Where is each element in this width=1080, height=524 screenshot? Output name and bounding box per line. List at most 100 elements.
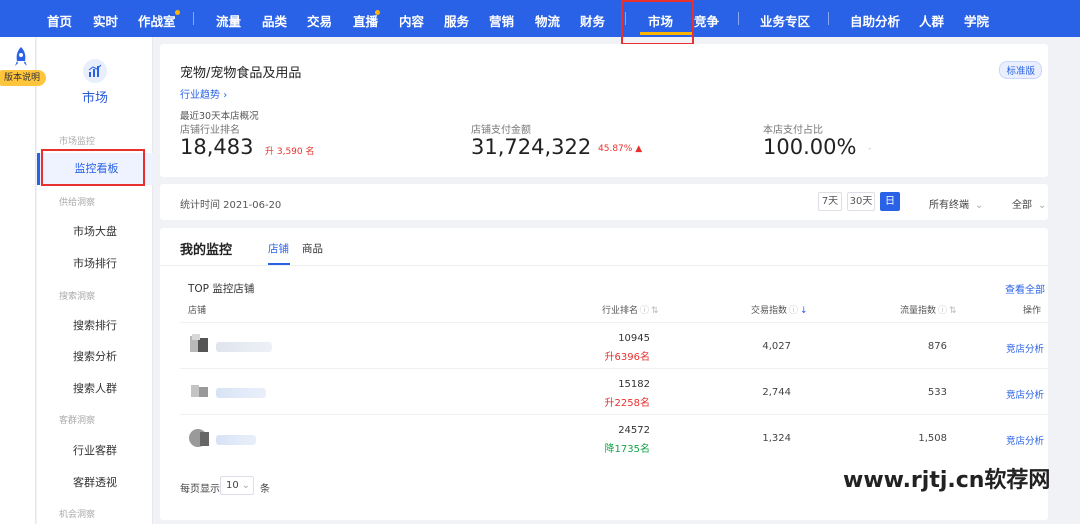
sidebar-item-search-ranking[interactable]: 搜索排行 — [37, 317, 153, 333]
nav-separator — [828, 12, 829, 25]
metric-value-payment: 31,724,322 — [471, 135, 592, 159]
sort-icon: ⇅ — [651, 306, 659, 316]
divider — [160, 265, 1048, 266]
nav-logistics[interactable]: 物流 — [535, 11, 560, 30]
sort-desc-icon: ↓ — [800, 306, 808, 316]
competitor-analysis-link[interactable]: 竞店分析 — [1006, 341, 1044, 355]
traffic-index: 1,508 — [918, 433, 947, 444]
page-size-label: 每页显示 — [180, 484, 220, 495]
metric-delta-rank: 升 3,590 名 — [265, 147, 315, 157]
sidebar-item-search-analysis[interactable]: 搜索分析 — [37, 348, 153, 364]
sidebar-item-search-crowd[interactable]: 搜索人群 — [37, 380, 153, 396]
sidebar-item-industry-customers[interactable]: 行业客群 — [37, 442, 153, 458]
nav-live[interactable]: 直播 — [353, 11, 378, 30]
column-header-traffic-index[interactable]: 流量指数 ⓘ ⇅ — [900, 303, 957, 316]
competitor-analysis-link[interactable]: 竞店分析 — [1006, 387, 1044, 401]
nav-self-analysis[interactable]: 自助分析 — [850, 11, 900, 30]
rocket-icon[interactable] — [14, 47, 28, 69]
help-icon: ⓘ — [938, 306, 948, 316]
nav-competition[interactable]: 竞争 — [694, 11, 719, 30]
store-name-blurred — [216, 388, 266, 398]
column-header-store: 店铺 — [188, 306, 207, 316]
nav-marketing[interactable]: 营销 — [489, 11, 514, 30]
nav-home[interactable]: 首页 — [47, 11, 72, 30]
nav-content[interactable]: 内容 — [399, 11, 424, 30]
chevron-down-icon: ⌄ — [975, 200, 984, 211]
metric-value-share: 100.00% — [763, 135, 857, 159]
sidebar-group-opportunity: 机会洞察 — [59, 510, 96, 520]
standard-edition-badge[interactable]: 标准版 — [999, 61, 1042, 79]
sort-icon: ⇅ — [949, 306, 957, 316]
traffic-index: 533 — [927, 387, 947, 398]
page-size-select[interactable]: 10 ⌄ — [220, 476, 254, 495]
rank-value: 15182 — [618, 379, 650, 390]
table-row: 15182 升2258名 2,744 533 竞店分析 — [180, 368, 1048, 414]
column-header-action: 操作 — [1023, 306, 1042, 316]
filter-bar: 统计时间 2021-06-20 7天 30天 日 所有终端 ⌄ 全部 ⌄ — [160, 184, 1048, 220]
tab-product[interactable]: 商品 — [302, 241, 323, 256]
traffic-index: 876 — [927, 341, 947, 352]
range-30d-button[interactable]: 30天 — [847, 192, 875, 211]
competitor-analysis-link[interactable]: 竞店分析 — [1006, 433, 1044, 447]
store-name-blurred — [216, 342, 272, 352]
market-icon — [83, 59, 107, 83]
nav-separator — [193, 12, 194, 25]
metric-label-rank: 店铺行业排名 — [180, 125, 240, 136]
trade-index: 2,744 — [762, 387, 791, 398]
sidebar-item-market-ranking[interactable]: 市场排行 — [37, 255, 153, 271]
nav-traffic[interactable]: 流量 — [216, 11, 241, 30]
page-size-unit: 条 — [260, 484, 270, 495]
stat-time: 统计时间 2021-06-20 — [180, 200, 282, 211]
rank-value: 24572 — [618, 425, 650, 436]
top-navigation: 首页 实时 作战室 流量 品类 交易 直播 内容 服务 营销 物流 财务 市场 … — [0, 0, 1080, 37]
sidebar-title: 市场 — [81, 91, 108, 106]
chevron-down-icon: ⌄ — [1038, 200, 1047, 211]
rank-change: 升2258名 — [604, 398, 650, 409]
chevron-down-icon: ⌄ — [241, 480, 250, 491]
store-avatar — [189, 429, 209, 447]
monitor-title: 我的监控 — [180, 243, 233, 258]
nav-live-dot — [375, 10, 380, 15]
column-header-rank[interactable]: 行业排名 ⓘ ⇅ — [602, 303, 659, 316]
category-title: 宠物/宠物食品及用品 — [180, 66, 302, 81]
range-7d-button[interactable]: 7天 — [818, 192, 842, 211]
highlight-box-market-nav — [621, 0, 694, 45]
metric-delta-share: - — [868, 144, 872, 154]
store-avatar — [191, 385, 208, 397]
nav-realtime[interactable]: 实时 — [93, 11, 118, 30]
rank-change: 升6396名 — [604, 352, 650, 363]
tab-store[interactable]: 店铺 — [268, 241, 289, 256]
sidebar-group-customer: 客群洞察 — [59, 416, 96, 426]
chevron-right-icon: › — [223, 90, 228, 101]
nav-business-zone[interactable]: 业务专区 — [760, 11, 810, 30]
nav-category[interactable]: 品类 — [262, 11, 287, 30]
sidebar-group-search: 搜索洞察 — [59, 292, 96, 302]
range-day-button[interactable]: 日 — [880, 192, 900, 211]
nav-academy[interactable]: 学院 — [964, 11, 989, 30]
sidebar: 市场 市场监控 监控看板 供给洞察 市场大盘 市场排行 搜索洞察 搜索排行 搜索… — [37, 37, 153, 524]
nav-separator — [738, 12, 739, 25]
nav-trade[interactable]: 交易 — [307, 11, 332, 30]
nav-warroom[interactable]: 作战室 — [138, 11, 176, 30]
trade-index: 4,027 — [762, 341, 791, 352]
sidebar-item-market-overview[interactable]: 市场大盘 — [37, 223, 153, 239]
nav-finance[interactable]: 财务 — [580, 11, 605, 30]
table-row: 24572 降1735名 1,324 1,508 竞店分析 — [180, 414, 1048, 460]
version-notes-badge[interactable]: 版本说明 — [0, 70, 46, 86]
rank-change: 降1735名 — [604, 444, 650, 455]
sidebar-item-customer-insight[interactable]: 客群透视 — [37, 474, 153, 490]
sidebar-group-market-monitor: 市场监控 — [59, 137, 96, 147]
nav-service[interactable]: 服务 — [444, 11, 469, 30]
view-all-link[interactable]: 查看全部 — [1005, 281, 1045, 296]
column-header-trade-index[interactable]: 交易指数 ⓘ ↓ — [751, 303, 808, 316]
overview-subtitle: 最近30天本店概况 — [180, 111, 259, 122]
terminal-select[interactable]: 所有终端 ⌄ — [929, 196, 983, 211]
scope-select[interactable]: 全部 ⌄ — [1012, 196, 1046, 211]
help-icon: ⓘ — [640, 306, 650, 316]
industry-trend-link[interactable]: 行业趋势 › — [180, 86, 227, 101]
sidebar-group-supply: 供给洞察 — [59, 198, 96, 208]
trade-index: 1,324 — [762, 433, 791, 444]
nav-crowd[interactable]: 人群 — [919, 11, 944, 30]
store-name-blurred — [216, 435, 256, 445]
watermark: www.rjtj.cn软荐网 — [843, 468, 1051, 493]
